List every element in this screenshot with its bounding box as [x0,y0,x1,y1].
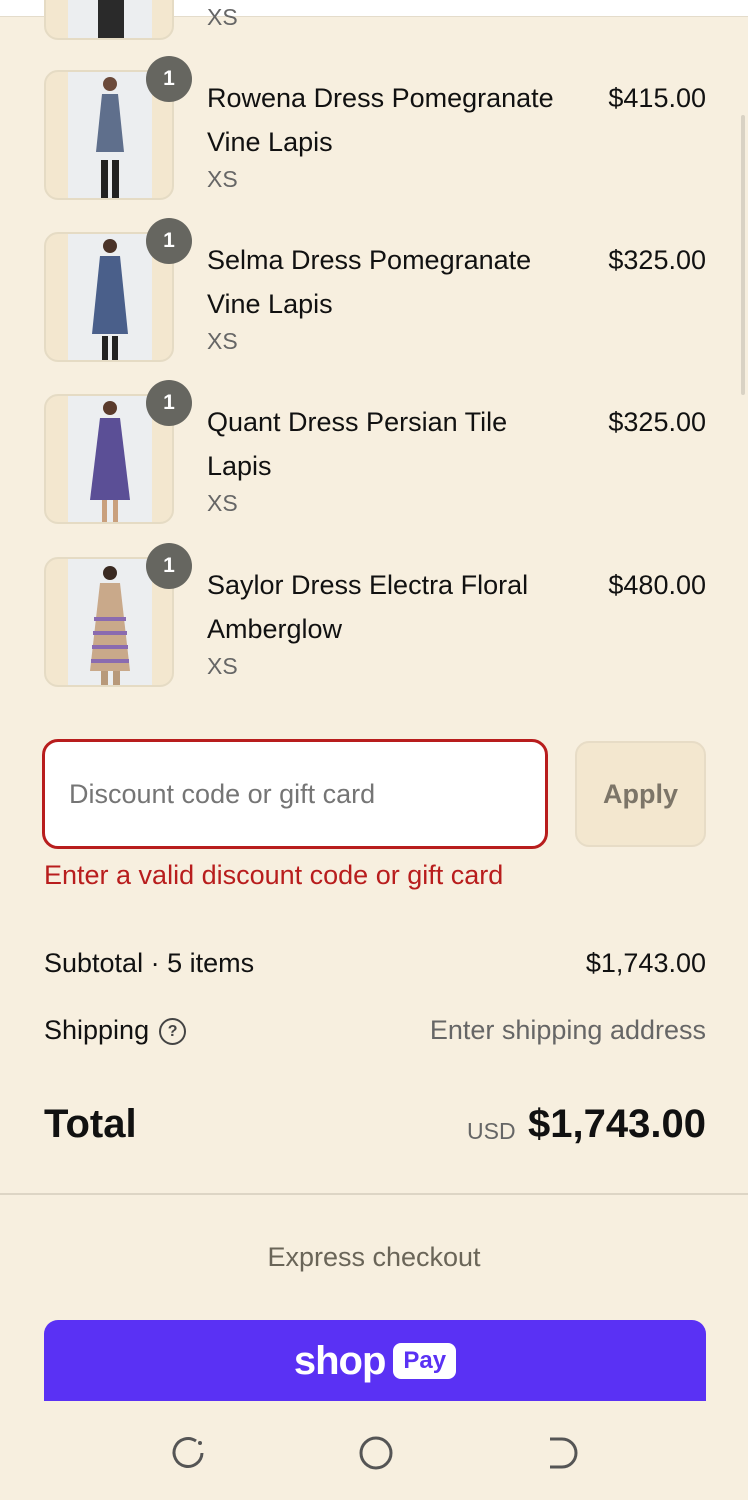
home-icon[interactable] [356,1433,396,1473]
list-item: 1 Selma Dress Pomegranate Vine Lapis XS … [44,218,708,368]
subtotal-label: Subtotal · 5 items [44,948,255,978]
quantity-badge: 1 [146,56,192,102]
shipping-row: Shipping? [44,1015,187,1046]
product-size: XS [207,328,238,354]
shop-pay-logo-shop: shop [293,1338,387,1383]
product-name: Selma Dress Pomegranate Vine Lapis [207,245,532,319]
back-icon[interactable] [542,1433,582,1473]
help-icon[interactable]: ? [159,1018,187,1046]
total-value: $1,743.00 [528,1102,706,1146]
dress-image [92,239,128,360]
discount-error-message: Enter a valid discount code or gift card [44,860,504,890]
recent-apps-icon[interactable] [168,1433,208,1473]
discount-code-input[interactable] [42,739,548,849]
quantity-badge: 1 [146,218,192,264]
product-price: $480.00 [608,570,706,600]
list-item: 1 Rowena Dress Pomegranate Vine Lapis XS… [44,56,708,206]
dress-image [90,401,130,522]
product-name: Rowena Dress Pomegranate Vine Lapis [207,83,554,157]
product-price: $325.00 [608,407,706,437]
apply-button[interactable]: Apply [575,741,706,847]
product-price: $325.00 [608,245,706,275]
product-price: $415.00 [608,83,706,113]
currency-code: USD [467,1118,516,1144]
shop-pay-button[interactable]: shop Pay [44,1320,706,1402]
subtotal-value: $1,743.00 [585,948,706,978]
quantity-badge: 1 [146,543,192,589]
list-item: 1 Saylor Dress Electra Floral Amberglow … [44,543,708,693]
list-item-partial: XS [44,0,708,46]
product-size: XS [207,653,238,679]
scrollbar[interactable] [741,115,745,395]
dress-image [96,77,124,198]
total-label: Total [44,1102,137,1146]
shipping-value: Enter shipping address [429,1015,706,1045]
shop-pay-logo-pay: Pay [393,1343,457,1379]
divider [0,1193,748,1195]
system-navigation-bar [0,1401,748,1500]
product-size: XS [207,4,238,30]
shipping-label: Shipping [44,1015,150,1045]
product-name: Quant Dress Persian Tile Lapis [207,407,508,481]
list-item: 1 Quant Dress Persian Tile Lapis XS $325… [44,380,708,530]
product-size: XS [207,166,238,192]
product-name: Saylor Dress Electra Floral Amberglow [207,570,529,644]
dress-image [90,566,130,685]
product-size: XS [207,490,238,516]
product-thumbnail [44,0,174,40]
quantity-badge: 1 [146,380,192,426]
express-checkout-label: Express checkout [267,1242,481,1272]
